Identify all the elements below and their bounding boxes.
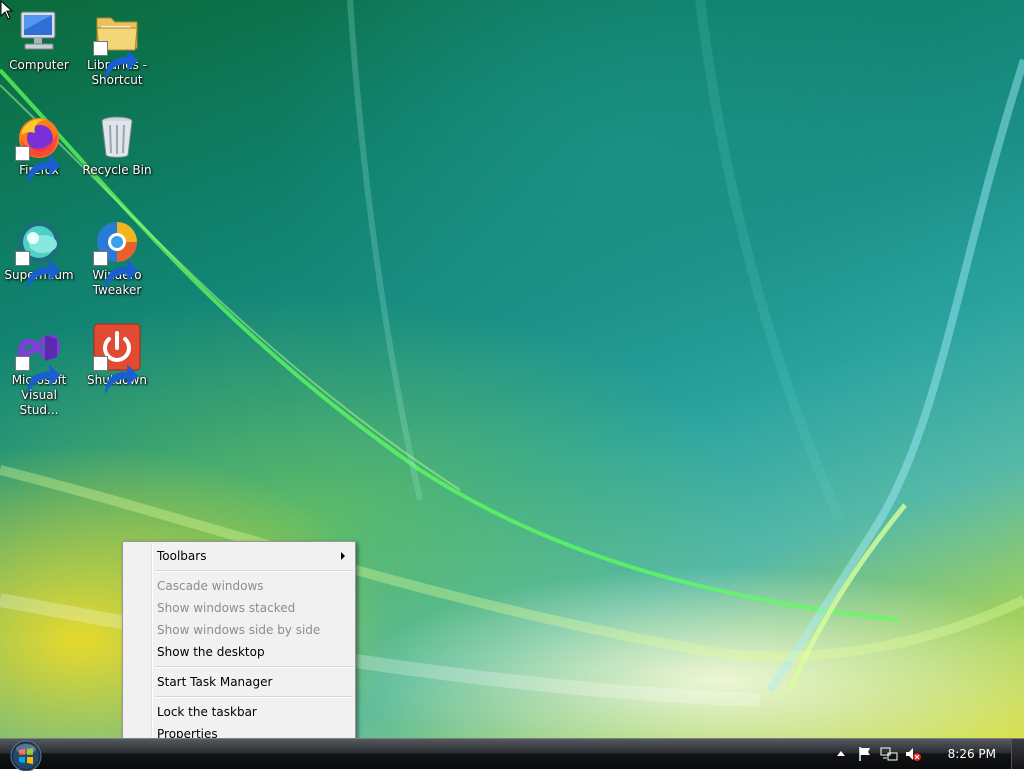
desktop-icon-recycle-bin[interactable]: Recycle Bin	[78, 113, 156, 178]
icon-label: Computer	[9, 58, 69, 72]
action-center-flag-icon[interactable]	[856, 745, 874, 763]
shortcut-arrow-icon	[15, 356, 61, 394]
desktop-icon-computer[interactable]: Computer	[0, 8, 78, 73]
desktop-icon-supermium[interactable]: Supermium	[0, 218, 78, 289]
menu-separator	[155, 570, 353, 572]
desktop-icon-libraries-shortcut[interactable]: Libraries - Shortcut	[78, 8, 156, 88]
taskbar[interactable]: 8:26 PM	[0, 738, 1024, 771]
submenu-arrow-icon	[341, 552, 345, 560]
shortcut-arrow-icon	[15, 146, 61, 184]
taskbar-context-menu: Toolbars Cascade windows Show windows st…	[122, 541, 356, 749]
menu-separator	[155, 696, 353, 698]
menu-item-show-desktop[interactable]: Show the desktop	[125, 641, 353, 663]
shortcut-arrow-icon	[93, 251, 139, 289]
menu-item-show-windows-side-by-side[interactable]: Show windows side by side	[125, 619, 353, 641]
taskbar-clock[interactable]: 8:26 PM	[948, 747, 996, 761]
menu-item-lock-taskbar[interactable]: Lock the taskbar	[125, 701, 353, 723]
computer-icon	[20, 11, 56, 50]
desktop-icon-visual-studio[interactable]: Microsoft Visual Stud...	[0, 323, 78, 418]
shortcut-arrow-icon	[93, 41, 139, 79]
network-icon[interactable]	[880, 745, 898, 763]
menu-item-label: Lock the taskbar	[157, 705, 257, 719]
system-tray: 8:26 PM	[826, 739, 1010, 769]
shortcut-arrow-icon	[15, 251, 61, 289]
menu-item-show-windows-stacked[interactable]: Show windows stacked	[125, 597, 353, 619]
menu-item-label: Toolbars	[157, 549, 207, 563]
menu-item-start-task-manager[interactable]: Start Task Manager	[125, 671, 353, 693]
show-hidden-icons[interactable]	[832, 745, 850, 763]
menu-item-toolbars[interactable]: Toolbars	[125, 545, 353, 567]
recycle-bin-icon	[101, 116, 133, 158]
menu-item-label: Show windows stacked	[157, 601, 296, 615]
desktop-icon-winaero-tweaker[interactable]: Winaero Tweaker	[78, 218, 156, 298]
icon-label: Recycle Bin	[82, 163, 152, 177]
menu-item-cascade-windows[interactable]: Cascade windows	[125, 575, 353, 597]
show-desktop-button[interactable]	[1011, 739, 1024, 769]
menu-item-label: Show windows side by side	[157, 623, 321, 637]
volume-muted-icon[interactable]	[904, 745, 922, 763]
menu-item-label: Cascade windows	[157, 579, 264, 593]
desktop-icon-firefox[interactable]: Firefox	[0, 113, 78, 184]
menu-item-label: Show the desktop	[157, 645, 265, 659]
desktop-icon-shutdown[interactable]: Shutdown	[78, 323, 156, 394]
shortcut-arrow-icon	[93, 356, 139, 394]
menu-item-label: Start Task Manager	[157, 675, 273, 689]
start-button[interactable]	[6, 739, 46, 771]
menu-separator	[155, 666, 353, 668]
